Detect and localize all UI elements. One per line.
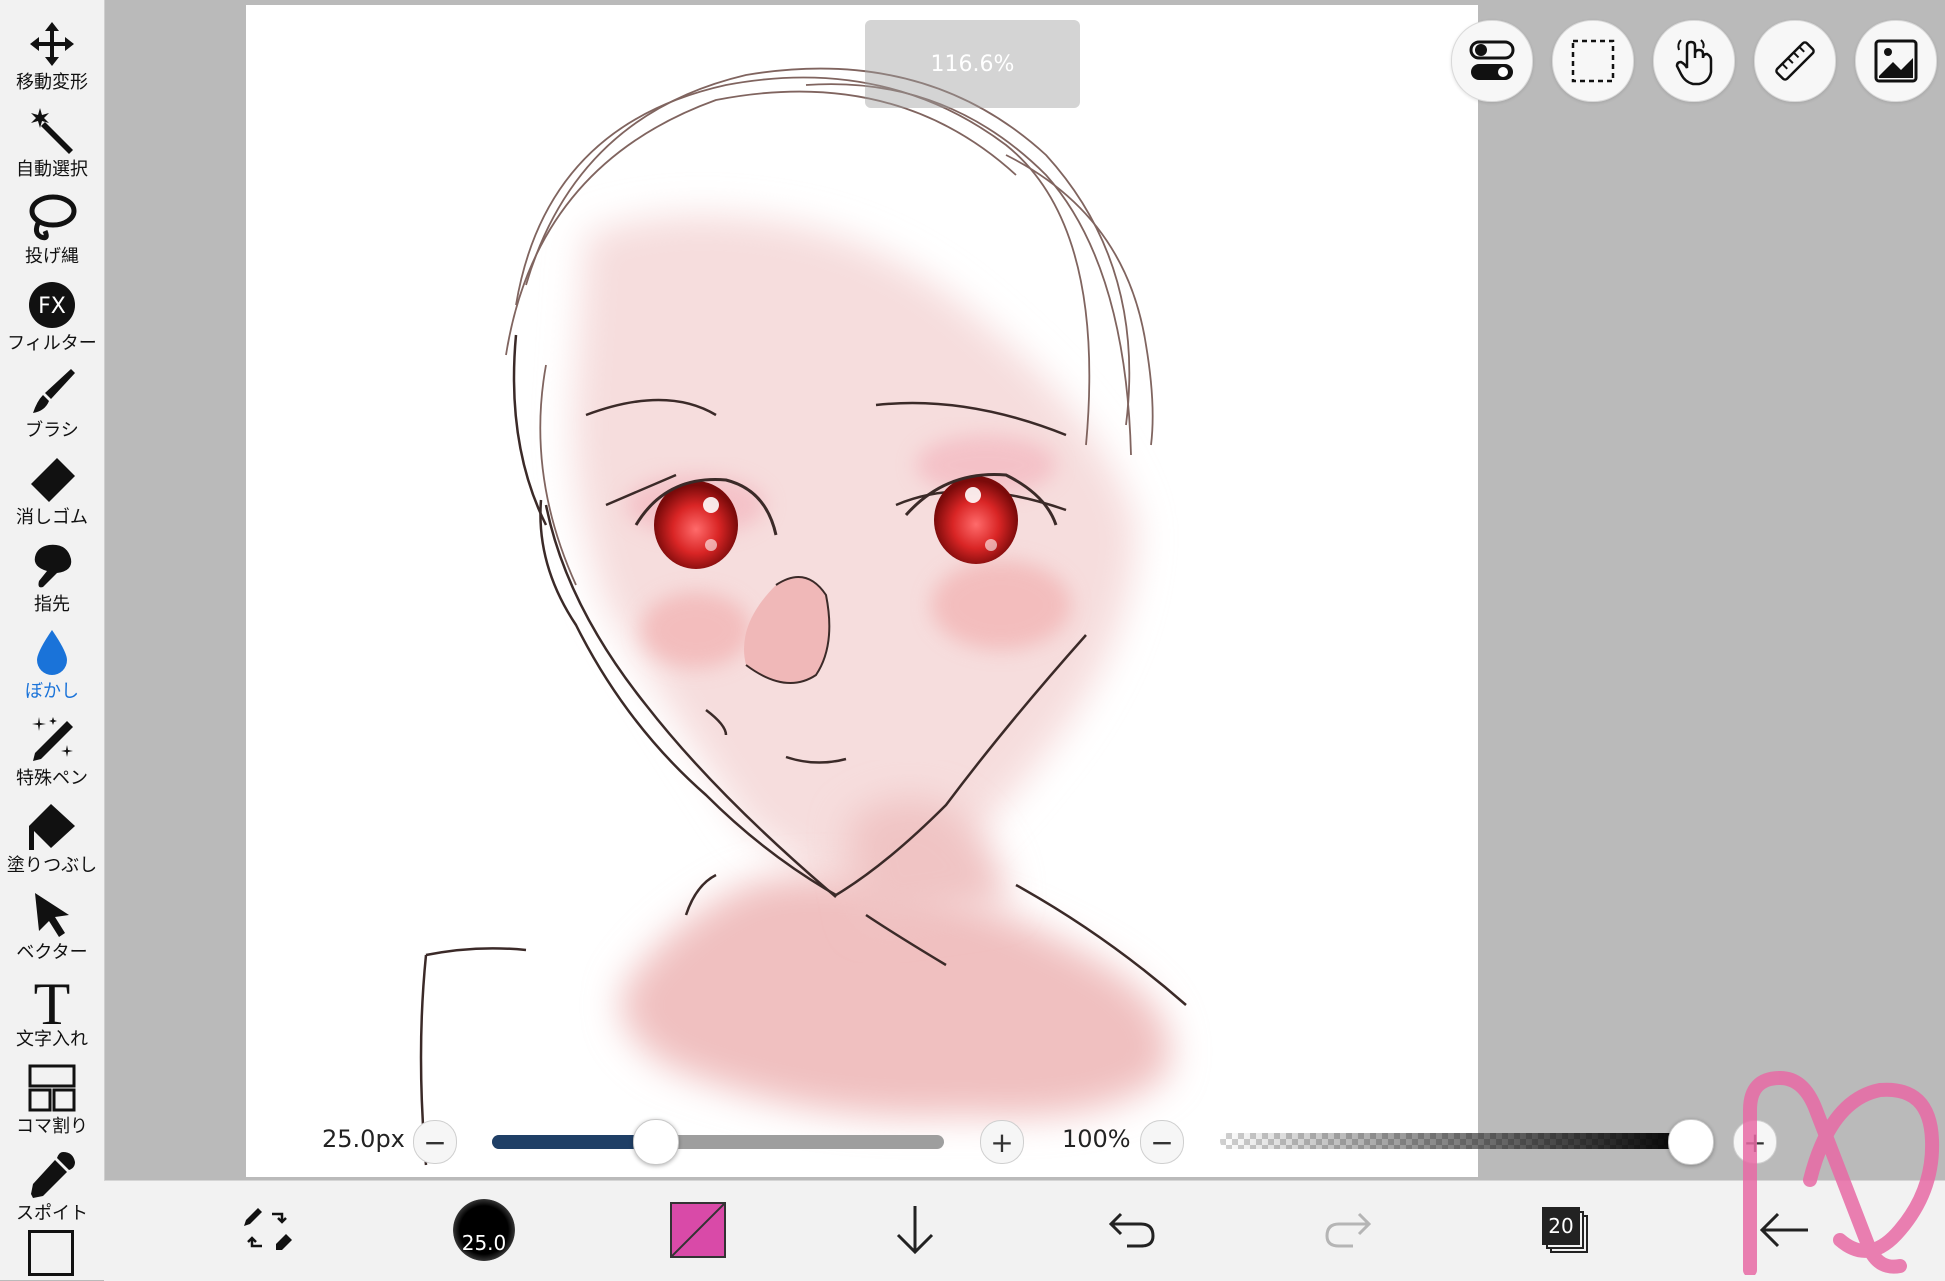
brush-preview: 25.0 (453, 1199, 515, 1261)
tool-special-pen[interactable]: 特殊ペン (0, 712, 104, 798)
swatch-divider-icon (672, 1204, 724, 1256)
hand-gesture-button[interactable] (1653, 20, 1735, 102)
zoom-indicator: 116.6% (865, 20, 1080, 108)
tool-label: 自動選択 (16, 159, 88, 180)
color-picker-button[interactable] (668, 1200, 728, 1260)
layer-settings-toggle-button[interactable] (1451, 20, 1533, 102)
ruler-button[interactable] (1754, 20, 1836, 102)
finger-icon (23, 538, 81, 594)
current-color-swatch (670, 1202, 726, 1258)
brush-size-preview-button[interactable]: 25.0 (452, 1199, 516, 1261)
tool-vector[interactable]: ベクター (0, 886, 104, 972)
eyedropper-icon (23, 1147, 81, 1203)
tool-label: ぼかし (25, 681, 79, 702)
selection-rect-icon (1571, 39, 1615, 83)
special-pen-icon (23, 712, 81, 768)
hand-gesture-icon (1675, 39, 1713, 86)
material-image-button[interactable] (1855, 20, 1937, 102)
plus-icon: + (990, 1125, 1014, 1159)
tool-move-transform[interactable]: 移動変形 (0, 16, 104, 102)
magic-wand-icon (23, 103, 81, 159)
tool-label: ブラシ (25, 420, 79, 441)
brush-icon (23, 364, 81, 420)
bottom-toolbar (104, 1180, 1945, 1281)
tool-fill[interactable]: 塗りつぶし (0, 799, 104, 885)
opacity-slider-knob[interactable] (1668, 1119, 1714, 1165)
redo-icon (1325, 1212, 1372, 1248)
undo-icon (1108, 1212, 1155, 1248)
panel-frame-icon (23, 1060, 81, 1116)
ruler-icon (1775, 41, 1815, 81)
opacity-label: 100% (1062, 1125, 1131, 1153)
layer-count: 20 (1542, 1207, 1580, 1245)
tool-label: 移動変形 (16, 72, 88, 93)
brush-size-slider-knob[interactable] (632, 1119, 679, 1165)
tool-filter[interactable]: FX フィルター (0, 277, 104, 363)
tool-lasso[interactable]: 投げ縄 (0, 190, 104, 276)
layer-merge-down-button[interactable] (885, 1200, 945, 1260)
artwork (419, 67, 1187, 1166)
tool-eyedropper[interactable]: スポイト (0, 1147, 104, 1233)
tool-label: フィルター (7, 333, 97, 354)
move-icon (23, 16, 81, 72)
selection-layer-button[interactable] (1552, 20, 1634, 102)
opacity-slider[interactable] (1220, 1133, 1690, 1149)
svg-text:T: T (34, 974, 71, 1028)
brush-eraser-swap-button[interactable] (236, 1200, 300, 1260)
minus-icon: − (423, 1125, 447, 1159)
vector-arrow-icon (23, 886, 81, 942)
brush-size-decrease-button[interactable]: − (413, 1120, 457, 1164)
canvas-frame-icon[interactable] (28, 1230, 74, 1276)
drawing-canvas[interactable]: 116.6% (246, 5, 1478, 1177)
tool-text[interactable]: T 文字入れ (0, 973, 104, 1059)
svg-text:FX: FX (38, 294, 66, 319)
tool-label: スポイト (16, 1203, 88, 1224)
tool-palette: 移動変形 自動選択 投げ縄 FX フィルター ブラシ 消しゴム 指先 ぼかし 特… (0, 0, 105, 1280)
tool-label: 指先 (34, 594, 70, 615)
brush-size-slider[interactable] (492, 1135, 944, 1149)
tool-label: コマ割り (16, 1116, 88, 1137)
lasso-icon (23, 190, 81, 246)
image-icon (1874, 39, 1918, 83)
tool-panel-frame[interactable]: コマ割り (0, 1060, 104, 1146)
tool-label: 消しゴム (16, 507, 88, 528)
arrow-down-icon (896, 1206, 934, 1255)
tool-eraser[interactable]: 消しゴム (0, 451, 104, 537)
text-icon: T (23, 973, 81, 1029)
eraser-icon (23, 451, 81, 507)
brush-size-preview-value: 25.0 (461, 1231, 507, 1255)
tool-label: 文字入れ (16, 1029, 88, 1050)
tool-blur[interactable]: ぼかし (0, 625, 104, 711)
brush-size-label: 25.0px (322, 1125, 405, 1153)
tool-smudge-finger[interactable]: 指先 (0, 538, 104, 624)
fill-bucket-icon (23, 799, 81, 855)
layers-icon: 20 (1542, 1207, 1588, 1253)
brush-size-increase-button[interactable]: + (980, 1120, 1024, 1164)
tool-label: ベクター (16, 942, 88, 963)
fx-icon: FX (23, 277, 81, 333)
toggle-icon (1469, 40, 1515, 80)
brush-size-slider-fill (492, 1135, 655, 1149)
blur-drop-icon (23, 625, 81, 681)
layers-button[interactable]: 20 (1535, 1200, 1595, 1260)
tool-label: 特殊ペン (16, 768, 88, 789)
tool-label: 投げ縄 (25, 246, 79, 267)
redo-button[interactable] (1316, 1200, 1380, 1260)
pen-eraser-swap-icon (244, 1208, 292, 1250)
opacity-decrease-button[interactable]: − (1140, 1120, 1184, 1164)
minus-icon: − (1150, 1125, 1174, 1159)
undo-button[interactable] (1100, 1200, 1164, 1260)
tool-label: 塗りつぶし (6, 855, 98, 876)
watermark-logo-icon (1743, 1070, 1940, 1275)
tool-magic-wand[interactable]: 自動選択 (0, 103, 104, 189)
tool-brush[interactable]: ブラシ (0, 364, 104, 450)
